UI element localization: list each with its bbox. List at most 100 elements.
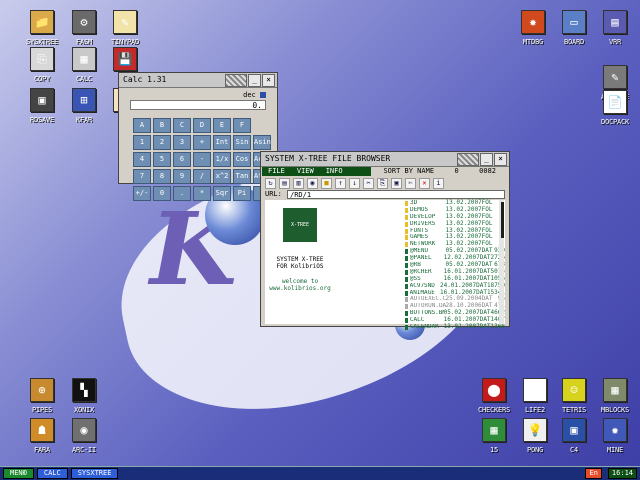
calc-key[interactable]: Sin — [233, 135, 251, 150]
cut-icon[interactable]: ✂ — [363, 178, 374, 189]
about-line-1: SYSTEM X-TREE — [276, 256, 324, 263]
view-icon[interactable]: ◉ — [307, 178, 318, 189]
file-icon — [405, 269, 408, 275]
calc-key[interactable]: D — [193, 118, 211, 133]
folder-icon — [405, 214, 409, 220]
calc-key[interactable]: 7 — [133, 169, 151, 184]
desktop-icon-label: MBLOCKS — [600, 406, 630, 414]
calc-key[interactable]: C — [173, 118, 191, 133]
desktop-icon-vrr[interactable]: ▤ VRR — [587, 10, 640, 46]
info-icon[interactable]: i — [433, 178, 444, 189]
file-name: DRIVERS — [410, 220, 436, 227]
folder-icon[interactable]: ■ — [321, 178, 332, 189]
xtree-menubar: FILE VIEW INFO SORT BY NAME 0 0082 — [262, 167, 508, 176]
calc-key[interactable]: 2 — [153, 135, 171, 150]
file-icon — [405, 276, 408, 282]
calc-key[interactable]: 1/x — [213, 152, 231, 167]
docpack-icon: 📄 — [603, 90, 627, 114]
calc-key[interactable]: x^2 — [213, 169, 231, 184]
desktop-icon-docpack[interactable]: 📄 DOCPACK — [587, 90, 640, 126]
drag-grip-icon[interactable] — [225, 74, 247, 87]
calc-key[interactable]: . — [173, 186, 191, 201]
calc-key[interactable]: 0 — [153, 186, 171, 201]
calc-key[interactable]: Tan — [233, 169, 251, 184]
copy-icon[interactable]: ⎘ — [377, 178, 388, 189]
xonix-icon: ▚ — [72, 378, 96, 402]
file-name: CALC — [409, 317, 425, 324]
calc-key[interactable]: Asin — [253, 135, 271, 150]
folder-icon — [405, 235, 409, 241]
paste-icon[interactable]: ▣ — [391, 178, 402, 189]
calc-key[interactable]: E — [213, 118, 231, 133]
file-row[interactable]: CALENDAR 13.02.2007 DAT 1366 — [403, 323, 505, 331]
desktop-icon-label: XONIX — [73, 406, 95, 414]
desktop-icon-xonix[interactable]: ▚ XONIX — [56, 378, 112, 414]
close-icon[interactable]: × — [262, 74, 275, 87]
clock: 16:14 — [607, 468, 637, 479]
desktop-icon-mine[interactable]: ✹ MINE — [587, 418, 640, 454]
scissors-icon[interactable]: ✄ — [405, 178, 416, 189]
xtree-window: SYSTEM X-TREE FILE BROWSER _ × FILE VIEW… — [260, 151, 510, 331]
task-sysxtree[interactable]: SYSXTREE — [70, 468, 119, 479]
file-name: CALENDAR — [409, 324, 439, 331]
file-icon — [405, 256, 408, 262]
calc-window: Calc 1.31 _ × dec 0. A B C D E F 1 2 3 + Int Sin Asi… — [118, 72, 278, 201]
pong-icon: 💡 — [523, 418, 547, 442]
language-indicator[interactable]: En — [585, 468, 602, 479]
calc-key[interactable]: F — [233, 118, 251, 133]
close-icon[interactable]: × — [494, 153, 507, 166]
desktop-icon-mblocks[interactable]: ▦ MBLOCKS — [587, 378, 640, 414]
scroll-thumb[interactable] — [501, 202, 504, 238]
calc-key[interactable]: B — [153, 118, 171, 133]
file-name: DEVELOP — [410, 213, 436, 220]
calc-key[interactable]: 3 — [173, 135, 191, 150]
delete-icon[interactable]: ✕ — [419, 178, 430, 189]
calc-keypad: ABCDEF123+IntSinAsin456-1/xCosAcos789/x^… — [133, 118, 271, 201]
calc-key[interactable]: 6 — [173, 152, 191, 167]
open-file-icon[interactable]: ▥ — [293, 178, 304, 189]
calc-key[interactable]: 1 — [133, 135, 151, 150]
drag-grip-icon[interactable] — [457, 153, 479, 166]
calc-key[interactable]: 8 — [153, 169, 171, 184]
calc-key[interactable]: +/- — [133, 186, 151, 201]
menu-info[interactable]: INFO — [320, 167, 349, 176]
calc-key[interactable]: 4 — [133, 152, 151, 167]
minimize-icon[interactable]: _ — [480, 153, 493, 166]
menu-file[interactable]: FILE — [262, 167, 291, 176]
start-menu-button[interactable]: MENЮ — [3, 468, 34, 479]
mine-icon: ✹ — [603, 418, 627, 442]
desktop-icon-tinypad[interactable]: ✎ TINYPAD — [97, 10, 153, 46]
calc-key[interactable]: + — [193, 135, 211, 150]
file-name: DEMOS — [410, 206, 429, 213]
file-name: AUTORUN.DAT — [410, 303, 446, 310]
calc-key[interactable]: Cos — [233, 152, 251, 167]
calc-key[interactable]: * — [193, 186, 211, 201]
file-icon — [405, 318, 408, 324]
xtree-titlebar[interactable]: SYSTEM X-TREE FILE BROWSER _ × — [261, 152, 509, 167]
desktop-icon-arc-ii[interactable]: ◉ ARC-II — [56, 418, 112, 454]
calc-titlebar[interactable]: Calc 1.31 _ × — [119, 73, 277, 88]
up-arrow-icon[interactable]: ↑ — [335, 178, 346, 189]
minimize-icon[interactable]: _ — [248, 74, 261, 87]
desktop-icon-label: ARC-II — [71, 446, 97, 454]
calc-key[interactable]: / — [193, 169, 211, 184]
sort-status[interactable]: SORT BY NAME 0 0082 — [371, 167, 508, 176]
calc-key[interactable]: 9 — [173, 169, 191, 184]
calc-key[interactable]: - — [193, 152, 211, 167]
calc-key[interactable]: Int — [213, 135, 231, 150]
file-name: @RB — [410, 262, 421, 269]
calc-key[interactable]: Pi — [233, 186, 251, 201]
calc-key[interactable]: Sqr — [213, 186, 231, 201]
task-calc[interactable]: CALC — [36, 468, 68, 479]
file-icon — [405, 290, 408, 296]
new-file-icon[interactable]: ▤ — [279, 178, 290, 189]
life2-icon: ∴ — [523, 378, 547, 402]
down-arrow-icon[interactable]: ↓ — [349, 178, 360, 189]
calc-key[interactable]: 5 — [153, 152, 171, 167]
url-input[interactable] — [287, 190, 505, 199]
calc-mode-label[interactable]: dec — [243, 91, 266, 99]
menu-view[interactable]: VIEW — [291, 167, 320, 176]
website-link[interactable]: www.kolibrios.org — [269, 285, 330, 292]
refresh-icon[interactable]: ↻ — [265, 178, 276, 189]
calc-key[interactable]: A — [133, 118, 151, 133]
